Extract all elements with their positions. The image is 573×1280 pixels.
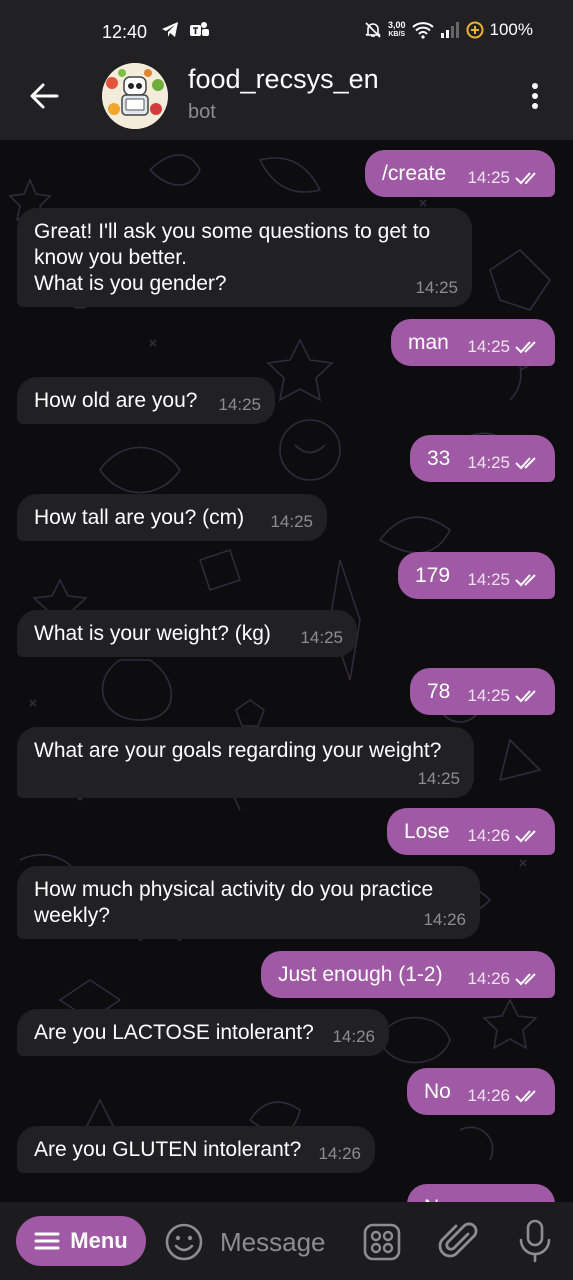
double-check-icon <box>515 574 536 587</box>
message-bubble[interactable]: How old are you? 14:25 <box>17 377 275 424</box>
battery-saver-icon <box>466 21 484 39</box>
message-bubble[interactable]: 179 14:25 <box>398 552 555 599</box>
message-input-bar: Menu <box>0 1202 573 1280</box>
teams-icon <box>190 22 209 36</box>
status-bar: 12:40 3,00 KB/S 100% <box>0 0 573 62</box>
double-check-icon <box>515 172 536 185</box>
message-time: 14:25 <box>300 628 343 647</box>
bot-menu-button[interactable]: Menu <box>16 1216 146 1266</box>
message-bubble[interactable]: man 14:25 <box>391 319 555 366</box>
message-bubble[interactable]: Great! I'll ask you some questions to ge… <box>17 208 472 307</box>
emoji-icon[interactable] <box>164 1222 204 1262</box>
mute-icon <box>365 22 381 38</box>
message-time: 14:25 <box>467 686 510 705</box>
back-button[interactable] <box>24 76 64 116</box>
message-time: 14:26 <box>318 1144 361 1163</box>
double-check-icon <box>515 341 536 354</box>
message-time: 14:26 <box>467 969 510 988</box>
message-time: 14:25 <box>218 395 261 414</box>
message-bubble[interactable]: 78 14:25 <box>410 668 555 715</box>
status-time: 12:40 <box>102 22 148 42</box>
message-bubble[interactable]: What are your goals regarding your weigh… <box>17 727 474 798</box>
signal-icon <box>440 22 459 38</box>
message-bubble[interactable]: Just enough (1-2) 14:26 <box>261 951 555 998</box>
message-time: 14:25 <box>467 168 510 187</box>
net-speed: 3,00 KB/S <box>387 20 406 39</box>
menu-button-label: Menu <box>70 1228 128 1253</box>
message-time: 14:25 <box>467 337 510 356</box>
battery-level: 100% <box>489 20 533 39</box>
double-check-icon <box>515 690 536 703</box>
hamburger-icon <box>34 1232 60 1250</box>
message-time: 14:25 <box>415 278 458 297</box>
double-check-icon <box>515 973 536 986</box>
chat-title[interactable]: food_recsys_en <box>188 64 379 95</box>
message-bubble[interactable]: What is your weight? (kg) 14:25 <box>17 610 357 657</box>
more-options-button[interactable] <box>520 74 550 118</box>
message-time: 14:25 <box>270 512 313 531</box>
message-time: 14:25 <box>467 453 510 472</box>
robot-chef-icon <box>102 63 168 129</box>
double-check-icon <box>515 1090 536 1103</box>
chat-subtitle: bot <box>188 101 216 123</box>
message-time: 14:26 <box>467 1086 510 1105</box>
message-bubble[interactable]: How much physical activity do you practi… <box>17 866 480 939</box>
message-time: 14:26 <box>423 910 466 929</box>
bot-avatar[interactable] <box>102 63 168 129</box>
message-bubble[interactable]: 33 14:25 <box>410 435 555 482</box>
message-bubble[interactable]: /create 14:25 <box>365 150 555 197</box>
message-input[interactable] <box>220 1220 350 1264</box>
message-time: 14:25 <box>467 570 510 589</box>
message-time: 14:25 <box>417 769 460 788</box>
arrow-left-icon <box>30 83 59 109</box>
message-bubble[interactable]: Lose 14:26 <box>387 808 555 855</box>
message-time: 14:26 <box>332 1027 375 1046</box>
telegram-icon <box>162 22 178 37</box>
attach-icon[interactable] <box>438 1220 480 1262</box>
double-check-icon <box>515 457 536 470</box>
message-time: 14:26 <box>467 826 510 845</box>
wifi-icon <box>411 22 434 39</box>
message-bubble[interactable]: Are you LACTOSE intolerant? 14:26 <box>17 1009 389 1056</box>
message-bubble[interactable]: Are you GLUTEN intolerant? 14:26 <box>17 1126 375 1173</box>
double-check-icon <box>515 830 536 843</box>
chat-header: food_recsys_en bot <box>0 62 573 140</box>
bot-commands-icon[interactable] <box>362 1222 402 1262</box>
microphone-icon[interactable] <box>515 1218 555 1264</box>
message-bubble[interactable]: How tall are you? (cm) 14:25 <box>17 494 327 541</box>
message-bubble[interactable]: No 14:26 <box>407 1068 555 1115</box>
more-vertical-icon <box>532 83 538 89</box>
